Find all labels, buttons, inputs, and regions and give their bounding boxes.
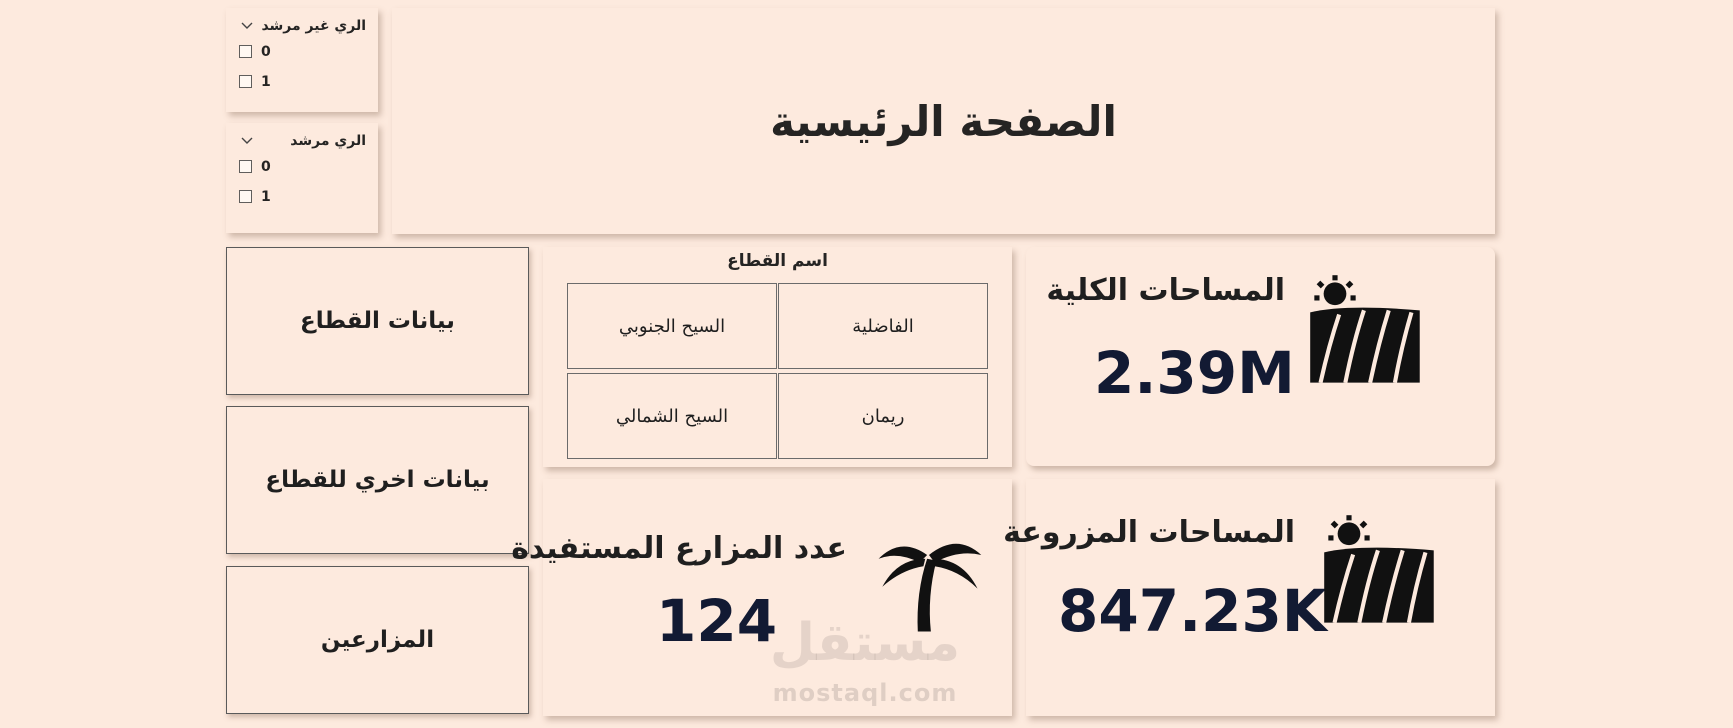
tile-label: الفاضلية (852, 315, 914, 337)
farm-field-sun-icon (1310, 275, 1420, 384)
watermark-text: mostaql.com (772, 679, 958, 707)
option-label: 1 (261, 73, 271, 90)
checkbox[interactable] (239, 190, 252, 203)
kpi-value: 847.23K (1058, 577, 1327, 645)
sector-tile-north-seeh[interactable]: السيح الشمالي (567, 373, 777, 459)
sector-slicer-title: اسم القطاع (727, 251, 828, 271)
farmers-button[interactable]: المزارعين (226, 566, 529, 714)
kpi-value: 2.39M (1094, 339, 1295, 407)
button-label: بيانات اخري للقطاع (265, 467, 490, 493)
slicer-option[interactable]: 1 (239, 181, 366, 212)
slicer-option[interactable]: 0 (239, 36, 366, 67)
kpi-label: عدد المزارع المستفيدة (511, 531, 847, 566)
chevron-down-icon[interactable] (239, 18, 255, 34)
sector-tile-fadliya[interactable]: الفاضلية (778, 283, 988, 369)
page-title-banner: الصفحة الرئيسية (392, 8, 1495, 234)
tile-label: السيح الجنوبي (618, 315, 726, 337)
checkbox[interactable] (239, 75, 252, 88)
slicer-option[interactable]: 1 (239, 66, 366, 97)
chevron-down-icon[interactable] (239, 133, 255, 149)
watermark-logo: مستقل (769, 613, 961, 673)
option-label: 0 (261, 43, 271, 60)
other-sector-data-button[interactable]: بيانات اخري للقطاع (226, 406, 529, 554)
farm-field-sun-icon (1324, 515, 1434, 624)
kpi-label: المساحات الكلية (1046, 273, 1285, 308)
sector-tile-south-seeh[interactable]: السيح الجنوبي (567, 283, 777, 369)
slicer-guided-irrigation: الري مرشد 0 1 (226, 123, 378, 233)
slicer-header: الري غير مرشد (239, 16, 366, 36)
slicer-unguided-irrigation: الري غير مرشد 0 1 (226, 8, 378, 112)
button-label: بيانات القطاع (300, 308, 455, 334)
checkbox[interactable] (239, 45, 252, 58)
kpi-card-total-area: المساحات الكلية 2.39M (1026, 247, 1495, 466)
button-label: المزارعين (320, 627, 435, 653)
sector-tile-riman[interactable]: ريمان (778, 373, 988, 459)
option-label: 0 (261, 158, 271, 175)
checkbox[interactable] (239, 160, 252, 173)
page-title: الصفحة الرئيسية (770, 96, 1117, 146)
kpi-card-cultivated-area: المساحات المزروعة 847.23K (1003, 479, 1495, 716)
kpi-label: المساحات المزروعة (1003, 515, 1295, 550)
tile-label: السيح الشمالي (615, 405, 729, 427)
option-label: 1 (261, 188, 271, 205)
kpi-card-farms-count: عدد المزارع المستفيدة 124 مستقل mostaql.… (511, 479, 1012, 716)
slicer-title: الري غير مرشد (261, 18, 366, 34)
slicer-title: الري مرشد (290, 133, 366, 149)
slicer-header: الري مرشد (239, 131, 366, 151)
sector-data-button[interactable]: بيانات القطاع (226, 247, 529, 395)
tile-label: ريمان (861, 405, 905, 427)
slicer-option[interactable]: 0 (239, 151, 366, 182)
kpi-value: 124 (656, 587, 778, 655)
sector-name-slicer: اسم القطاع الفاضلية السيح الجنوبي ريمان … (543, 247, 1012, 467)
